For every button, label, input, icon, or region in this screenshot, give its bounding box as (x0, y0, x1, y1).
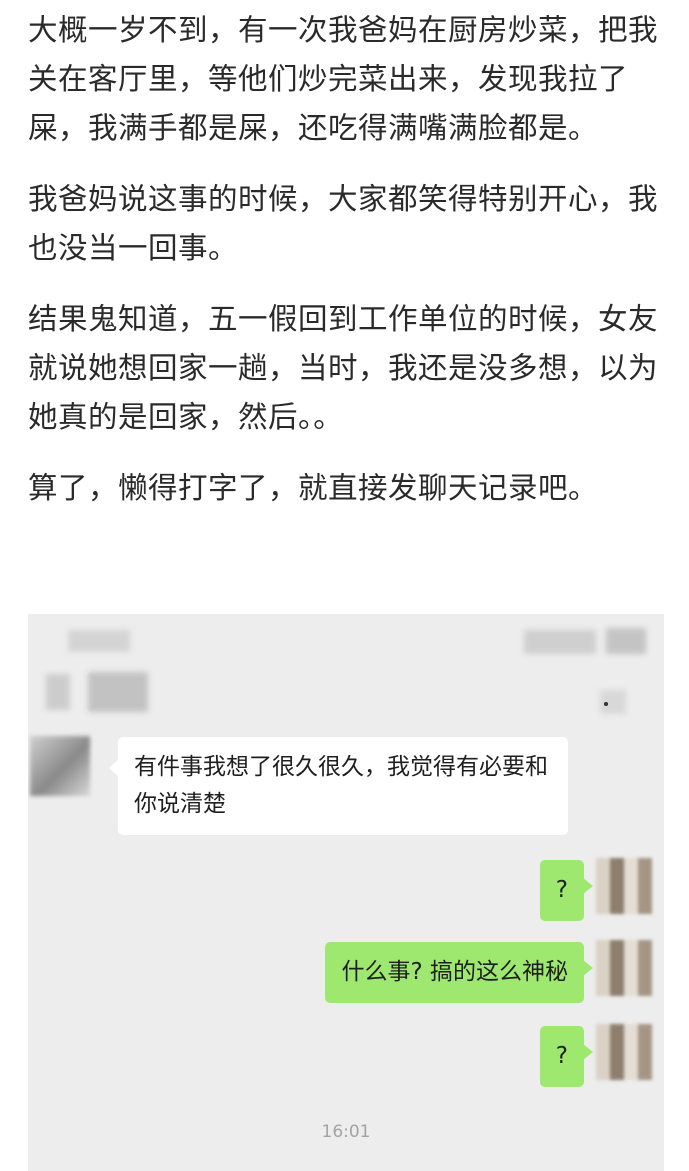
my-avatar[interactable] (596, 1024, 652, 1080)
chat-timestamp: 16:01 (321, 1122, 371, 1142)
chat-screenshot: 有件事我想了很久很久，我觉得有必要和你说清楚 ? 什么事? 搞的这么神秘 ? 1… (28, 614, 664, 1171)
outgoing-message-bubble[interactable]: 什么事? 搞的这么神秘 (325, 942, 593, 1003)
article-paragraph: 结果鬼知道，五一假回到工作单位的时候，女友就说她想回家一趟，当时，我还是没多想，… (28, 302, 659, 434)
article-body: 大概一岁不到，有一次我爸妈在厨房炒菜，把我关在客厅里，等他们炒完菜出来，发现我拉… (28, 6, 678, 535)
incoming-message-bubble[interactable]: 有件事我想了很久很久，我觉得有必要和你说清楚 (109, 737, 568, 835)
article-paragraph: 算了，懒得打字了，就直接发聊天记录吧。 (28, 471, 599, 505)
outgoing-message-bubble[interactable]: ? (539, 1026, 594, 1087)
article-paragraph: 大概一岁不到，有一次我爸妈在厨房炒菜，把我关在客厅里，等他们炒完菜出来，发现我拉… (28, 13, 659, 145)
article-paragraph: 我爸妈说这事的时候，大家都笑得特别开心，我也没当一回事。 (28, 182, 659, 265)
my-avatar[interactable] (596, 858, 652, 914)
outgoing-message-bubble[interactable]: ? (539, 860, 594, 921)
girlfriend-avatar[interactable] (30, 736, 90, 796)
my-avatar[interactable] (596, 940, 652, 996)
